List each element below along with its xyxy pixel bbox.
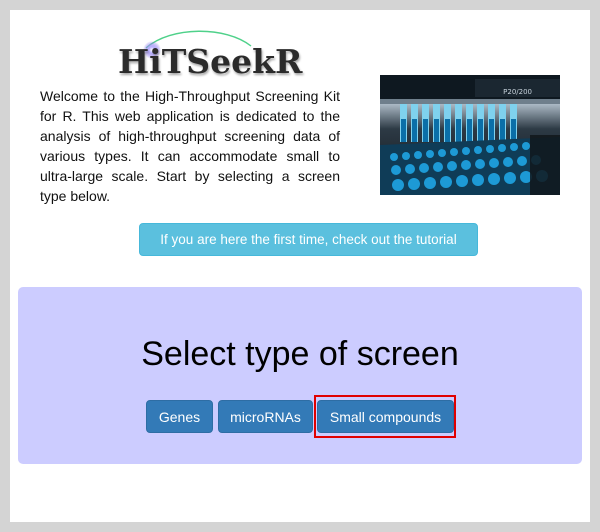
- pipette-model-label: P20/200: [503, 88, 532, 96]
- micrornas-button[interactable]: microRNAs: [218, 400, 313, 433]
- small-compounds-button[interactable]: Small compounds: [317, 400, 454, 433]
- screen-type-panel: Select type of screen Genes microRNAs Sm…: [18, 287, 582, 464]
- genes-button[interactable]: Genes: [146, 400, 213, 433]
- hitseekr-logo: HiTSeekR: [116, 24, 302, 81]
- lab-pipette-photo: P20/200: [380, 75, 560, 195]
- welcome-text: Welcome to the High-Throughput Screening…: [40, 88, 340, 204]
- app-page: HiTSeekR Welcome to the High-Throughput …: [10, 10, 590, 522]
- logo-text: HiTSeekR: [118, 42, 303, 81]
- screen-type-title: Select type of screen: [141, 335, 459, 373]
- photo-illustration: [380, 75, 560, 195]
- tutorial-button[interactable]: If you are here the first time, check ou…: [139, 223, 478, 256]
